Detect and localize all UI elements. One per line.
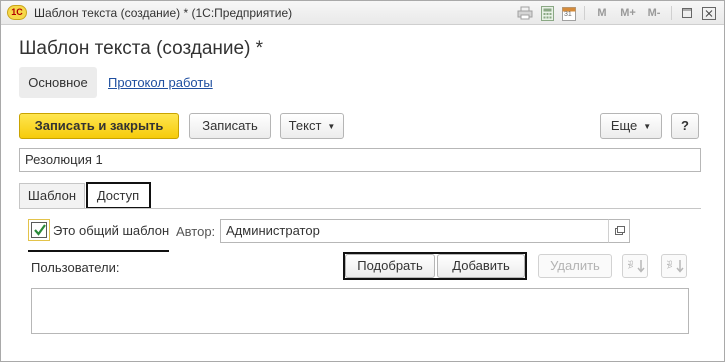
checkbox-focus-frame [28,219,50,241]
close-icon[interactable] [700,5,718,22]
shared-template-underline [28,250,169,252]
calendar-day: 31 [564,10,572,18]
nav-log-link[interactable]: Протокол работы [108,67,213,98]
sort-glyph: ЯА [665,260,672,268]
nav-main[interactable]: Основное [19,67,97,98]
tab-access-highlight [86,182,151,209]
separator [584,6,585,20]
m-button[interactable]: M [591,5,613,22]
title-bar: 1С Шаблон текста (создание) * (1С:Предпр… [1,1,724,25]
help-button[interactable]: ? [671,113,699,139]
shared-template-label: Это общий шаблон [53,223,170,238]
text-menu-label: Текст [288,118,322,133]
app-logo: 1С [7,5,27,20]
text-menu-button[interactable]: Текст ▼ [280,113,344,139]
caret-down-icon: ▼ [327,122,336,131]
save-button[interactable]: Записать [189,113,271,139]
save-and-close-button[interactable]: Записать и закрыть [19,113,179,139]
calculator-icon[interactable] [538,5,556,22]
separator [671,6,672,20]
printer-icon[interactable] [516,5,534,22]
titlebar-actions: 31 M M+ M- [516,4,718,22]
sort-descending-button[interactable]: ЯА [661,254,687,278]
tab-divider [19,208,701,209]
restore-icon[interactable] [678,5,696,22]
m-plus-button[interactable]: M+ [617,5,639,22]
calendar-icon[interactable]: 31 [560,5,578,22]
pick-add-highlight [343,252,527,280]
app-window: 1С Шаблон текста (создание) * (1С:Предпр… [0,0,725,362]
users-list[interactable] [31,288,689,334]
more-menu-label: Еще [610,118,638,133]
sort-ascending-icon [637,260,645,273]
users-label: Пользователи: [31,260,120,275]
delete-button[interactable]: Удалить [538,254,612,278]
open-author-button[interactable] [608,219,630,243]
page-title: Шаблон текста (создание) * [19,38,264,59]
author-field[interactable]: Администратор [220,219,609,243]
window-title: Шаблон текста (создание) * (1С:Предприят… [34,6,293,20]
author-label: Автор: [176,224,216,239]
sort-glyph: ЯА [626,260,633,268]
sort-descending-icon [676,260,684,273]
sort-ascending-button[interactable]: ЯА [622,254,648,278]
tab-template[interactable]: Шаблон [19,183,85,209]
m-minus-button[interactable]: M- [643,5,665,22]
open-window-icon [615,226,625,235]
caret-down-icon: ▼ [643,122,652,131]
more-menu-button[interactable]: Еще ▼ [600,113,662,139]
name-field[interactable]: Резолюция 1 [19,148,701,172]
